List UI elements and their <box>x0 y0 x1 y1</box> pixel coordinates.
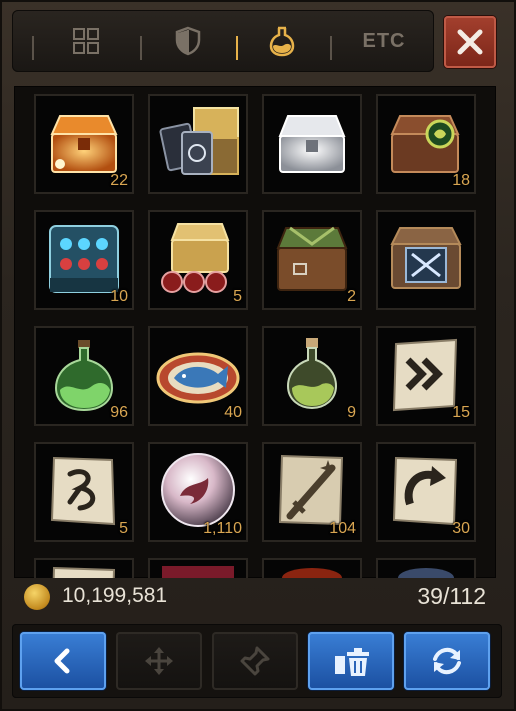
inventory-slot[interactable]: 40 <box>148 326 248 426</box>
rune-scroll-icon <box>50 456 116 526</box>
tab-separator <box>32 36 34 60</box>
tab-etc[interactable]: ETC <box>352 20 416 62</box>
slot-capacity: 39/112 <box>417 583 486 609</box>
partial-fire-item-icon <box>282 568 342 578</box>
item-quantity: 18 <box>452 172 470 189</box>
partial-red-item-icon <box>162 566 234 578</box>
gold-coin-icon <box>24 584 50 610</box>
pin-icon <box>240 646 270 676</box>
tab-separator <box>140 36 142 60</box>
item-quantity: 9 <box>347 404 356 421</box>
inventory-slot[interactable]: 2 <box>262 210 362 310</box>
partial-scroll-icon <box>52 566 116 578</box>
gold-chest-orbs-icon <box>161 223 230 293</box>
inventory-slot[interactable]: 18 <box>376 94 476 194</box>
tab-equipment[interactable] <box>158 20 218 62</box>
inventory-slot[interactable]: 5 <box>148 210 248 310</box>
inventory-footer: 10,199,581 39/112 <box>14 578 496 618</box>
pin-button[interactable] <box>212 632 298 690</box>
inventory-slot[interactable]: 96 <box>34 326 134 426</box>
refresh-icon <box>433 647 461 675</box>
tab-separator <box>236 36 238 60</box>
sort-button[interactable] <box>404 632 490 690</box>
tab-etc-label: ETC <box>362 29 406 52</box>
inventory-slot[interactable] <box>148 94 248 194</box>
inventory-slot[interactable] <box>262 558 362 578</box>
inventory-window: ETC 22 18 10 5 2 96 40 9 15 5 1,110 104 … <box>0 0 516 711</box>
crossed-swords-chest-icon <box>390 227 462 289</box>
inventory-slot[interactable]: 5 <box>34 442 134 542</box>
card-chest-icon <box>159 107 239 175</box>
trash-icon <box>335 648 369 676</box>
item-quantity: 96 <box>110 404 128 421</box>
inventory-slot[interactable]: 15 <box>376 326 476 426</box>
item-quantity: 10 <box>110 288 128 305</box>
tab-all[interactable] <box>56 20 116 62</box>
item-quantity: 15 <box>452 404 470 421</box>
wooden-chest-icon <box>276 226 348 291</box>
green-potion-small-icon <box>286 338 338 410</box>
gold-amount: 10,199,581 <box>62 584 168 607</box>
tab-separator <box>330 36 332 60</box>
move-icon <box>145 647 173 675</box>
item-quantity: 5 <box>119 520 128 537</box>
inventory-slot[interactable]: 30 <box>376 442 476 542</box>
move-button[interactable] <box>116 632 202 690</box>
item-quantity: 5 <box>233 288 242 305</box>
inventory-slot[interactable] <box>376 210 476 310</box>
grid-icon <box>73 28 99 54</box>
back-button[interactable] <box>20 632 106 690</box>
inventory-slot[interactable]: 104 <box>262 442 362 542</box>
item-quantity: 1,110 <box>203 520 242 537</box>
close-button[interactable] <box>444 16 496 68</box>
item-quantity: 2 <box>347 288 356 305</box>
item-quantity: 104 <box>329 520 356 537</box>
inventory-slot[interactable]: 9 <box>262 326 362 426</box>
tab-consumables[interactable] <box>252 20 312 62</box>
inventory-slot[interactable]: 22 <box>34 94 134 194</box>
chevron-left-icon <box>54 648 70 674</box>
inventory-slot[interactable]: 10 <box>34 210 134 310</box>
category-tab-bar: ETC <box>12 10 434 72</box>
silver-chest-icon <box>278 115 346 173</box>
item-quantity: 30 <box>452 520 470 537</box>
potion-icon <box>269 26 295 57</box>
shield-icon <box>175 26 201 56</box>
item-quantity: 22 <box>110 172 128 189</box>
discard-button[interactable] <box>308 632 394 690</box>
inventory-slot[interactable]: 1,110 <box>148 442 248 542</box>
inventory-slot[interactable] <box>262 94 362 194</box>
close-icon <box>457 29 483 55</box>
inventory-slot[interactable] <box>376 558 476 578</box>
partial-blue-item-icon <box>398 568 454 578</box>
action-bar <box>12 624 502 698</box>
inventory-slot[interactable] <box>148 558 248 578</box>
item-quantity: 40 <box>224 404 242 421</box>
inventory-grid: 22 18 10 5 2 96 40 9 15 5 1,110 104 30 <box>14 86 496 578</box>
inventory-slot[interactable] <box>34 558 134 578</box>
